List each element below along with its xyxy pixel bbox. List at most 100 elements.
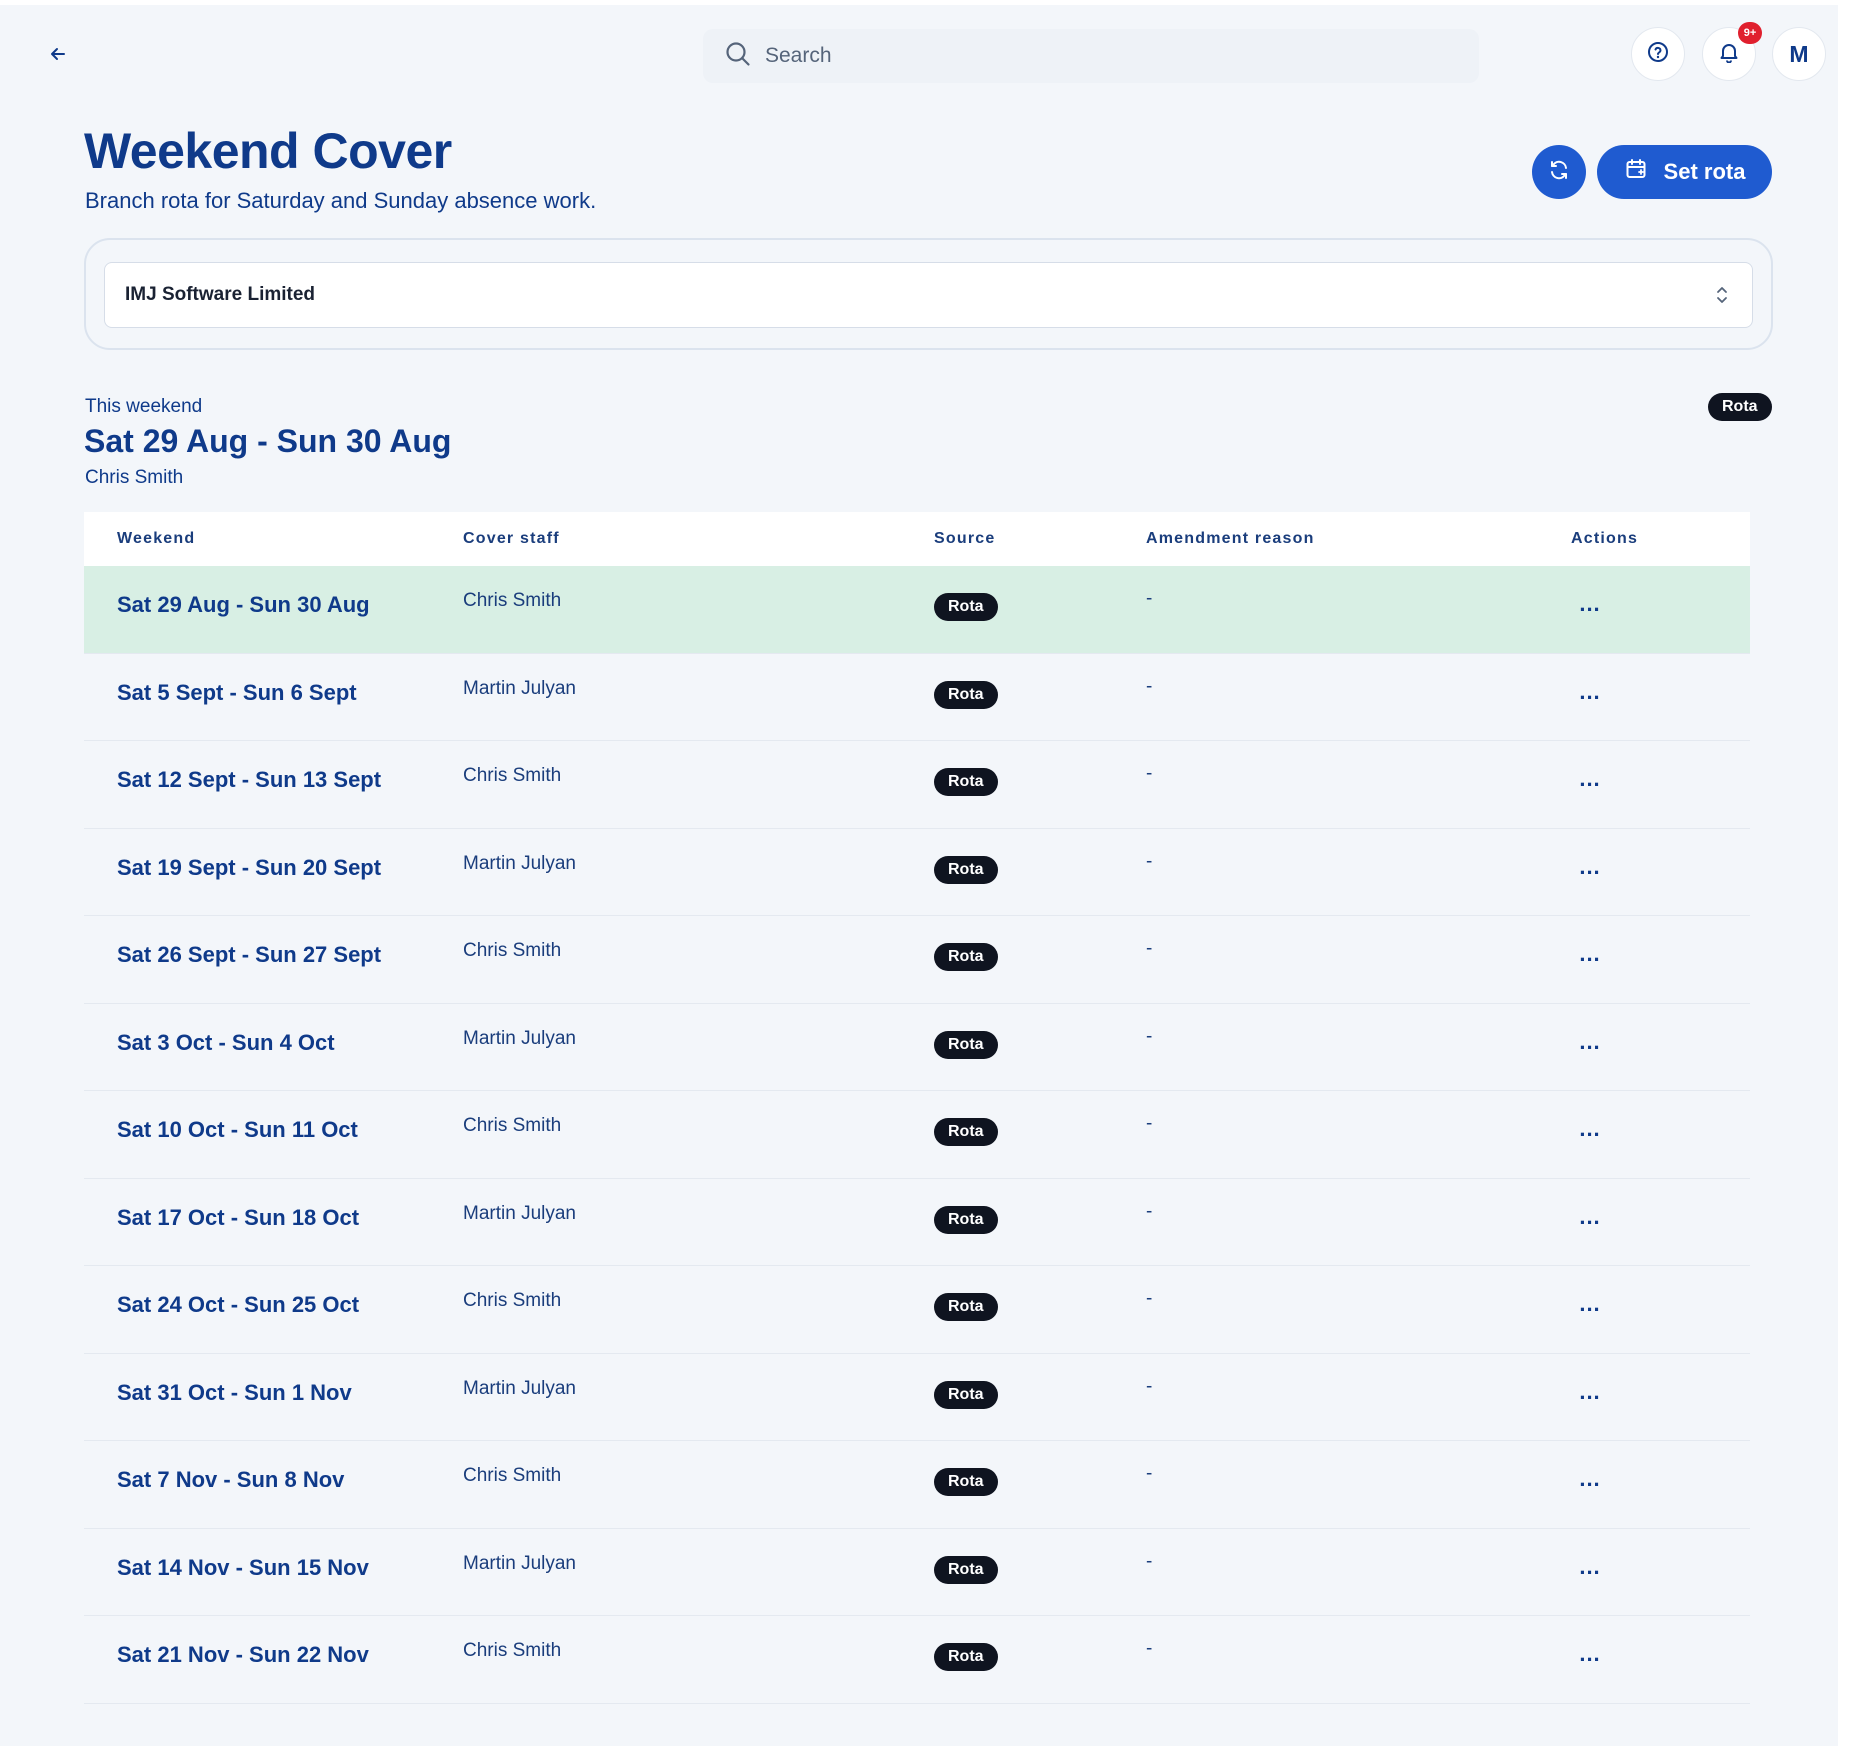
row-weekend: Sat 19 Sept - Sun 20 Sept	[117, 854, 382, 880]
branch-select-value: IMJ Software Limited	[125, 284, 316, 305]
this-weekend-source-badge: Rota	[1708, 393, 1772, 421]
row-weekend: Sat 14 Nov - Sun 15 Nov	[117, 1554, 369, 1580]
calendar-icon	[1624, 157, 1648, 187]
branch-filter-card: IMJ Software Limited	[84, 238, 1773, 350]
row-actions-menu-button[interactable]: ...	[1570, 1374, 1610, 1410]
row-amendment-reason: -	[1146, 1638, 1153, 1659]
row-weekend: Sat 12 Sept - Sun 13 Sept	[117, 767, 382, 792]
page-subtitle: Branch rota for Saturday and Sunday abse…	[85, 188, 597, 213]
table-row: Sat 19 Sept - Sun 20 Sept Martin Julyan Ro…	[84, 828, 1750, 916]
scrollbar-track[interactable]	[1838, 0, 1857, 1746]
row-weekend: Sat 17 Oct - Sun 18 Oct	[117, 1204, 360, 1230]
weekend-cover-table: Weekend Cover staff Source Amendment rea…	[84, 512, 1750, 1704]
row-source-badge: Rota	[934, 1468, 998, 1496]
row-source-badge: Rota	[934, 1205, 998, 1234]
row-cover-staff: Martin Julyan	[463, 1202, 576, 1224]
column-header-amendment-reason: Amendment reason	[1146, 530, 1315, 547]
row-weekend: Sat 10 Oct - Sun 11 Oct	[117, 1117, 358, 1142]
table-row: Sat 21 Nov - Sun 22 Nov Chris Smith Rota -.…	[84, 1616, 1750, 1704]
row-amendment-reason: -	[1146, 1550, 1153, 1572]
set-rota-label: Set rota	[1663, 159, 1746, 184]
row-amendment-reason: -	[1146, 1288, 1153, 1309]
row-source-badge: Rota	[934, 1555, 998, 1584]
column-header-cover-staff: Cover staff	[463, 530, 560, 547]
row-cover-staff: Chris Smith	[463, 940, 562, 961]
row-actions-menu-button[interactable]: ...	[1570, 936, 1610, 972]
row-weekend: Sat 26 Sept - Sun 27 Sept	[117, 942, 382, 967]
row-cover-staff: Martin Julyan	[463, 852, 576, 874]
row-cover-staff: Martin Julyan	[463, 1552, 576, 1574]
row-source-badge: Rota	[934, 1643, 998, 1671]
this-weekend-label: This weekend	[85, 396, 203, 417]
table-row: Sat 3 Oct - Sun 4 Oct Martin Julyan Rota -.…	[84, 1003, 1750, 1091]
table-row: Sat 12 Sept - Sun 13 Sept Chris Smith Rota…	[84, 741, 1750, 829]
row-weekend: Sat 31 Oct - Sun 1 Nov	[117, 1379, 352, 1405]
row-actions-menu-button[interactable]: ...	[1570, 1199, 1610, 1235]
row-amendment-reason: -	[1146, 1200, 1153, 1222]
table-row: Sat 17 Oct - Sun 18 Oct Martin Julyan Rota…	[84, 1178, 1750, 1266]
row-source-badge: Rota	[934, 1380, 998, 1409]
row-actions-menu-button[interactable]: ...	[1570, 1461, 1610, 1497]
branch-select[interactable]: IMJ Software Limited	[104, 262, 1753, 328]
row-cover-staff: Chris Smith	[463, 1115, 562, 1136]
row-weekend: Sat 7 Nov - Sun 8 Nov	[117, 1467, 345, 1492]
table-row: Sat 5 Sept - Sun 6 Sept Martin Julyan Rota…	[84, 653, 1750, 741]
row-cover-staff: Martin Julyan	[463, 677, 576, 699]
chevron-up-down-icon	[1712, 283, 1732, 313]
back-button[interactable]	[40, 38, 76, 74]
row-amendment-reason: -	[1146, 675, 1153, 697]
table-row: Sat 29 Aug - Sun 30 Aug Chris Smith Rota -.…	[84, 566, 1750, 654]
row-cover-staff: Chris Smith	[463, 1290, 562, 1311]
row-amendment-reason: -	[1146, 1113, 1153, 1134]
row-source-badge: Rota	[934, 855, 998, 884]
row-amendment-reason: -	[1146, 588, 1153, 609]
table-row: Sat 24 Oct - Sun 25 Oct Chris Smith Rota -.…	[84, 1266, 1750, 1354]
row-actions-menu-button[interactable]: ...	[1570, 761, 1610, 797]
row-source-badge: Rota	[934, 768, 998, 796]
notification-badge: 9+	[1738, 22, 1762, 44]
row-amendment-reason: -	[1146, 1463, 1153, 1484]
refresh-button[interactable]	[1532, 145, 1586, 199]
row-actions-menu-button[interactable]: ...	[1570, 674, 1610, 710]
refresh-icon	[1547, 158, 1571, 187]
set-rota-button[interactable]: Set rota	[1597, 145, 1772, 199]
help-button[interactable]	[1631, 27, 1685, 81]
row-weekend: Sat 5 Sept - Sun 6 Sept	[117, 679, 357, 705]
row-amendment-reason: -	[1146, 1375, 1153, 1397]
table-row: Sat 26 Sept - Sun 27 Sept Chris Smith Rota…	[84, 916, 1750, 1004]
row-actions-menu-button[interactable]: ...	[1570, 1636, 1610, 1672]
row-source-badge: Rota	[934, 1293, 998, 1321]
row-actions-menu-button[interactable]: ...	[1570, 1024, 1610, 1060]
table-body: Sat 29 Aug - Sun 30 Aug Chris Smith Rota -.…	[84, 566, 1750, 1704]
table-row: Sat 31 Oct - Sun 1 Nov Martin Julyan Rota -…	[84, 1353, 1750, 1441]
row-actions-menu-button[interactable]: ...	[1570, 1549, 1610, 1585]
column-header-source: Source	[934, 530, 996, 547]
row-actions-menu-button[interactable]: ...	[1570, 586, 1610, 622]
bell-icon	[1718, 41, 1740, 68]
row-amendment-reason: -	[1146, 763, 1153, 784]
row-weekend: Sat 3 Oct - Sun 4 Oct	[117, 1029, 335, 1055]
column-header-weekend: Weekend	[117, 530, 196, 547]
column-header-actions: Actions	[1571, 530, 1639, 547]
row-source-badge: Rota	[934, 943, 998, 971]
row-amendment-reason: -	[1146, 1025, 1153, 1047]
row-actions-menu-button[interactable]: ...	[1570, 849, 1610, 885]
row-cover-staff: Chris Smith	[463, 765, 562, 786]
table-row: Sat 10 Oct - Sun 11 Oct Chris Smith Rota -.…	[84, 1091, 1750, 1179]
search-icon	[725, 41, 751, 72]
row-weekend: Sat 24 Oct - Sun 25 Oct	[117, 1292, 360, 1317]
row-actions-menu-button[interactable]: ...	[1570, 1111, 1610, 1147]
row-amendment-reason: -	[1146, 850, 1153, 872]
row-source-badge: Rota	[934, 593, 998, 621]
row-cover-staff: Martin Julyan	[463, 1027, 576, 1049]
search-input[interactable]	[765, 44, 1445, 68]
row-source-badge: Rota	[934, 1030, 998, 1059]
row-amendment-reason: -	[1146, 938, 1153, 959]
avatar[interactable]: M	[1772, 27, 1826, 81]
page-title: Weekend Cover	[84, 123, 452, 179]
row-actions-menu-button[interactable]: ...	[1570, 1286, 1610, 1322]
table-header: Weekend Cover staff Source Amendment rea…	[84, 512, 1750, 566]
row-source-badge: Rota	[934, 680, 998, 709]
search-bar[interactable]	[703, 29, 1479, 83]
this-weekend-dates: Sat 29 Aug - Sun 30 Aug	[84, 423, 452, 459]
